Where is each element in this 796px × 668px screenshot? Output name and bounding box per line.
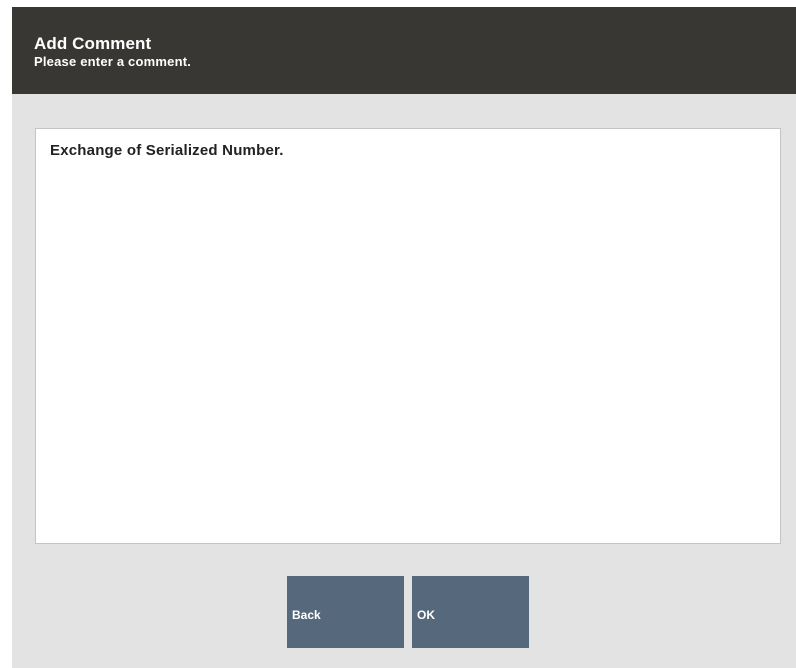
ok-button[interactable]: OK (412, 576, 529, 648)
dialog-subtitle: Please enter a comment. (34, 54, 192, 69)
dialog-header: Add Comment Please enter a comment. (12, 7, 796, 94)
dialog-title: Add Comment (34, 34, 152, 53)
add-comment-dialog: Add Comment Please enter a comment. Exch… (12, 7, 796, 668)
comment-textarea[interactable]: Exchange of Serialized Number. (35, 128, 781, 544)
back-button[interactable]: Back (287, 576, 404, 648)
